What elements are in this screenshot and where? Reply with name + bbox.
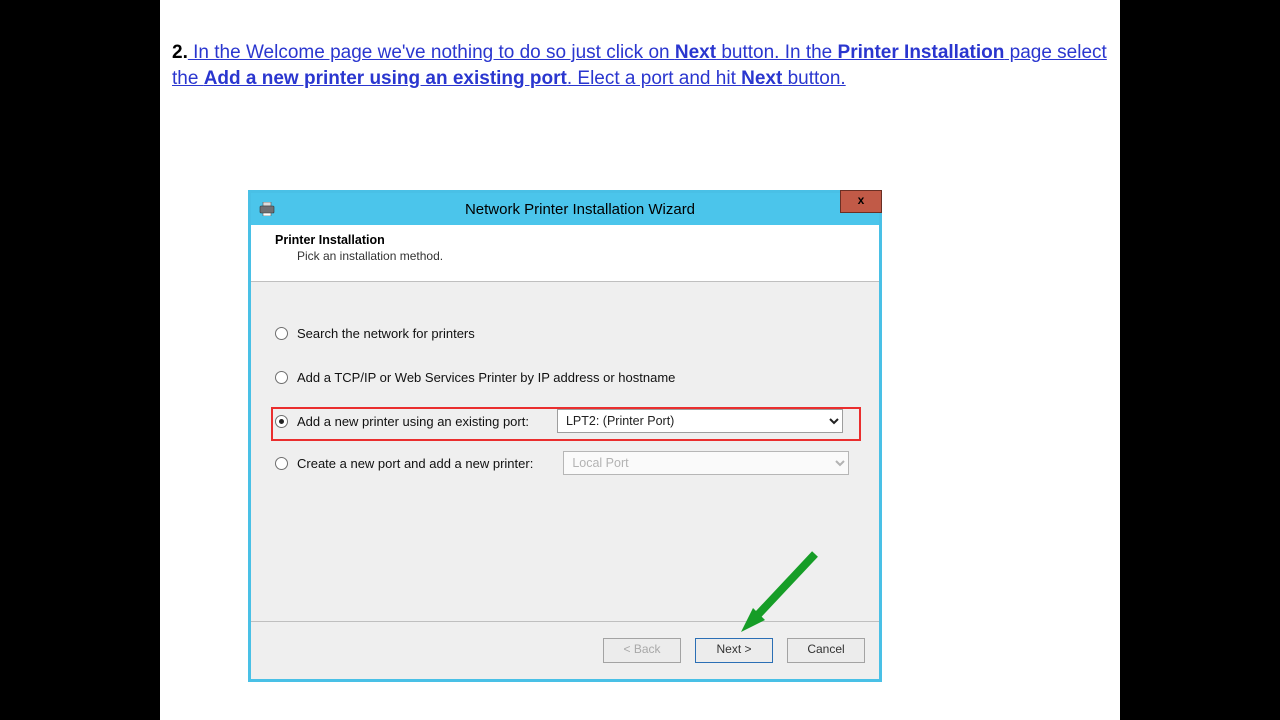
radio-existing-port[interactable] — [275, 415, 288, 428]
radio-tcpip[interactable] — [275, 371, 288, 384]
step-number: 2. — [172, 42, 188, 63]
wizard-dialog: Network Printer Installation Wizard x Pr… — [248, 190, 882, 682]
dialog-header-subtitle: Pick an installation method. — [275, 247, 859, 263]
printer-icon — [259, 202, 275, 216]
new-port-type-select: Local Port — [563, 451, 849, 475]
document-page: 2. In the Welcome page we've nothing to … — [160, 0, 1120, 720]
option-label: Search the network for printers — [297, 326, 475, 341]
instruction-paragraph: 2. In the Welcome page we've nothing to … — [172, 40, 1108, 91]
option-search-network[interactable]: Search the network for printers — [251, 320, 879, 346]
dialog-footer: < Back Next > Cancel — [251, 621, 879, 679]
option-label: Create a new port and add a new printer: — [297, 456, 533, 471]
dialog-title: Network Printer Installation Wizard — [281, 201, 879, 218]
close-button[interactable]: x — [840, 190, 882, 213]
existing-port-select[interactable]: LPT2: (Printer Port) — [557, 409, 843, 433]
option-label: Add a TCP/IP or Web Services Printer by … — [297, 370, 675, 385]
dialog-body: Search the network for printers Add a TC… — [251, 282, 879, 476]
option-existing-port[interactable]: Add a new printer using an existing port… — [251, 408, 879, 434]
radio-search-network[interactable] — [275, 327, 288, 340]
back-button: < Back — [603, 638, 681, 663]
dialog-header: Printer Installation Pick an installatio… — [251, 225, 879, 281]
close-icon: x — [858, 193, 865, 207]
dialog-header-title: Printer Installation — [275, 233, 859, 247]
radio-new-port[interactable] — [275, 457, 288, 470]
dialog-titlebar[interactable]: Network Printer Installation Wizard x — [251, 193, 879, 225]
option-tcpip[interactable]: Add a TCP/IP or Web Services Printer by … — [251, 364, 879, 390]
cancel-button[interactable]: Cancel — [787, 638, 865, 663]
option-new-port[interactable]: Create a new port and add a new printer:… — [251, 450, 879, 476]
next-button[interactable]: Next > — [695, 638, 773, 663]
option-label: Add a new printer using an existing port… — [297, 414, 529, 429]
